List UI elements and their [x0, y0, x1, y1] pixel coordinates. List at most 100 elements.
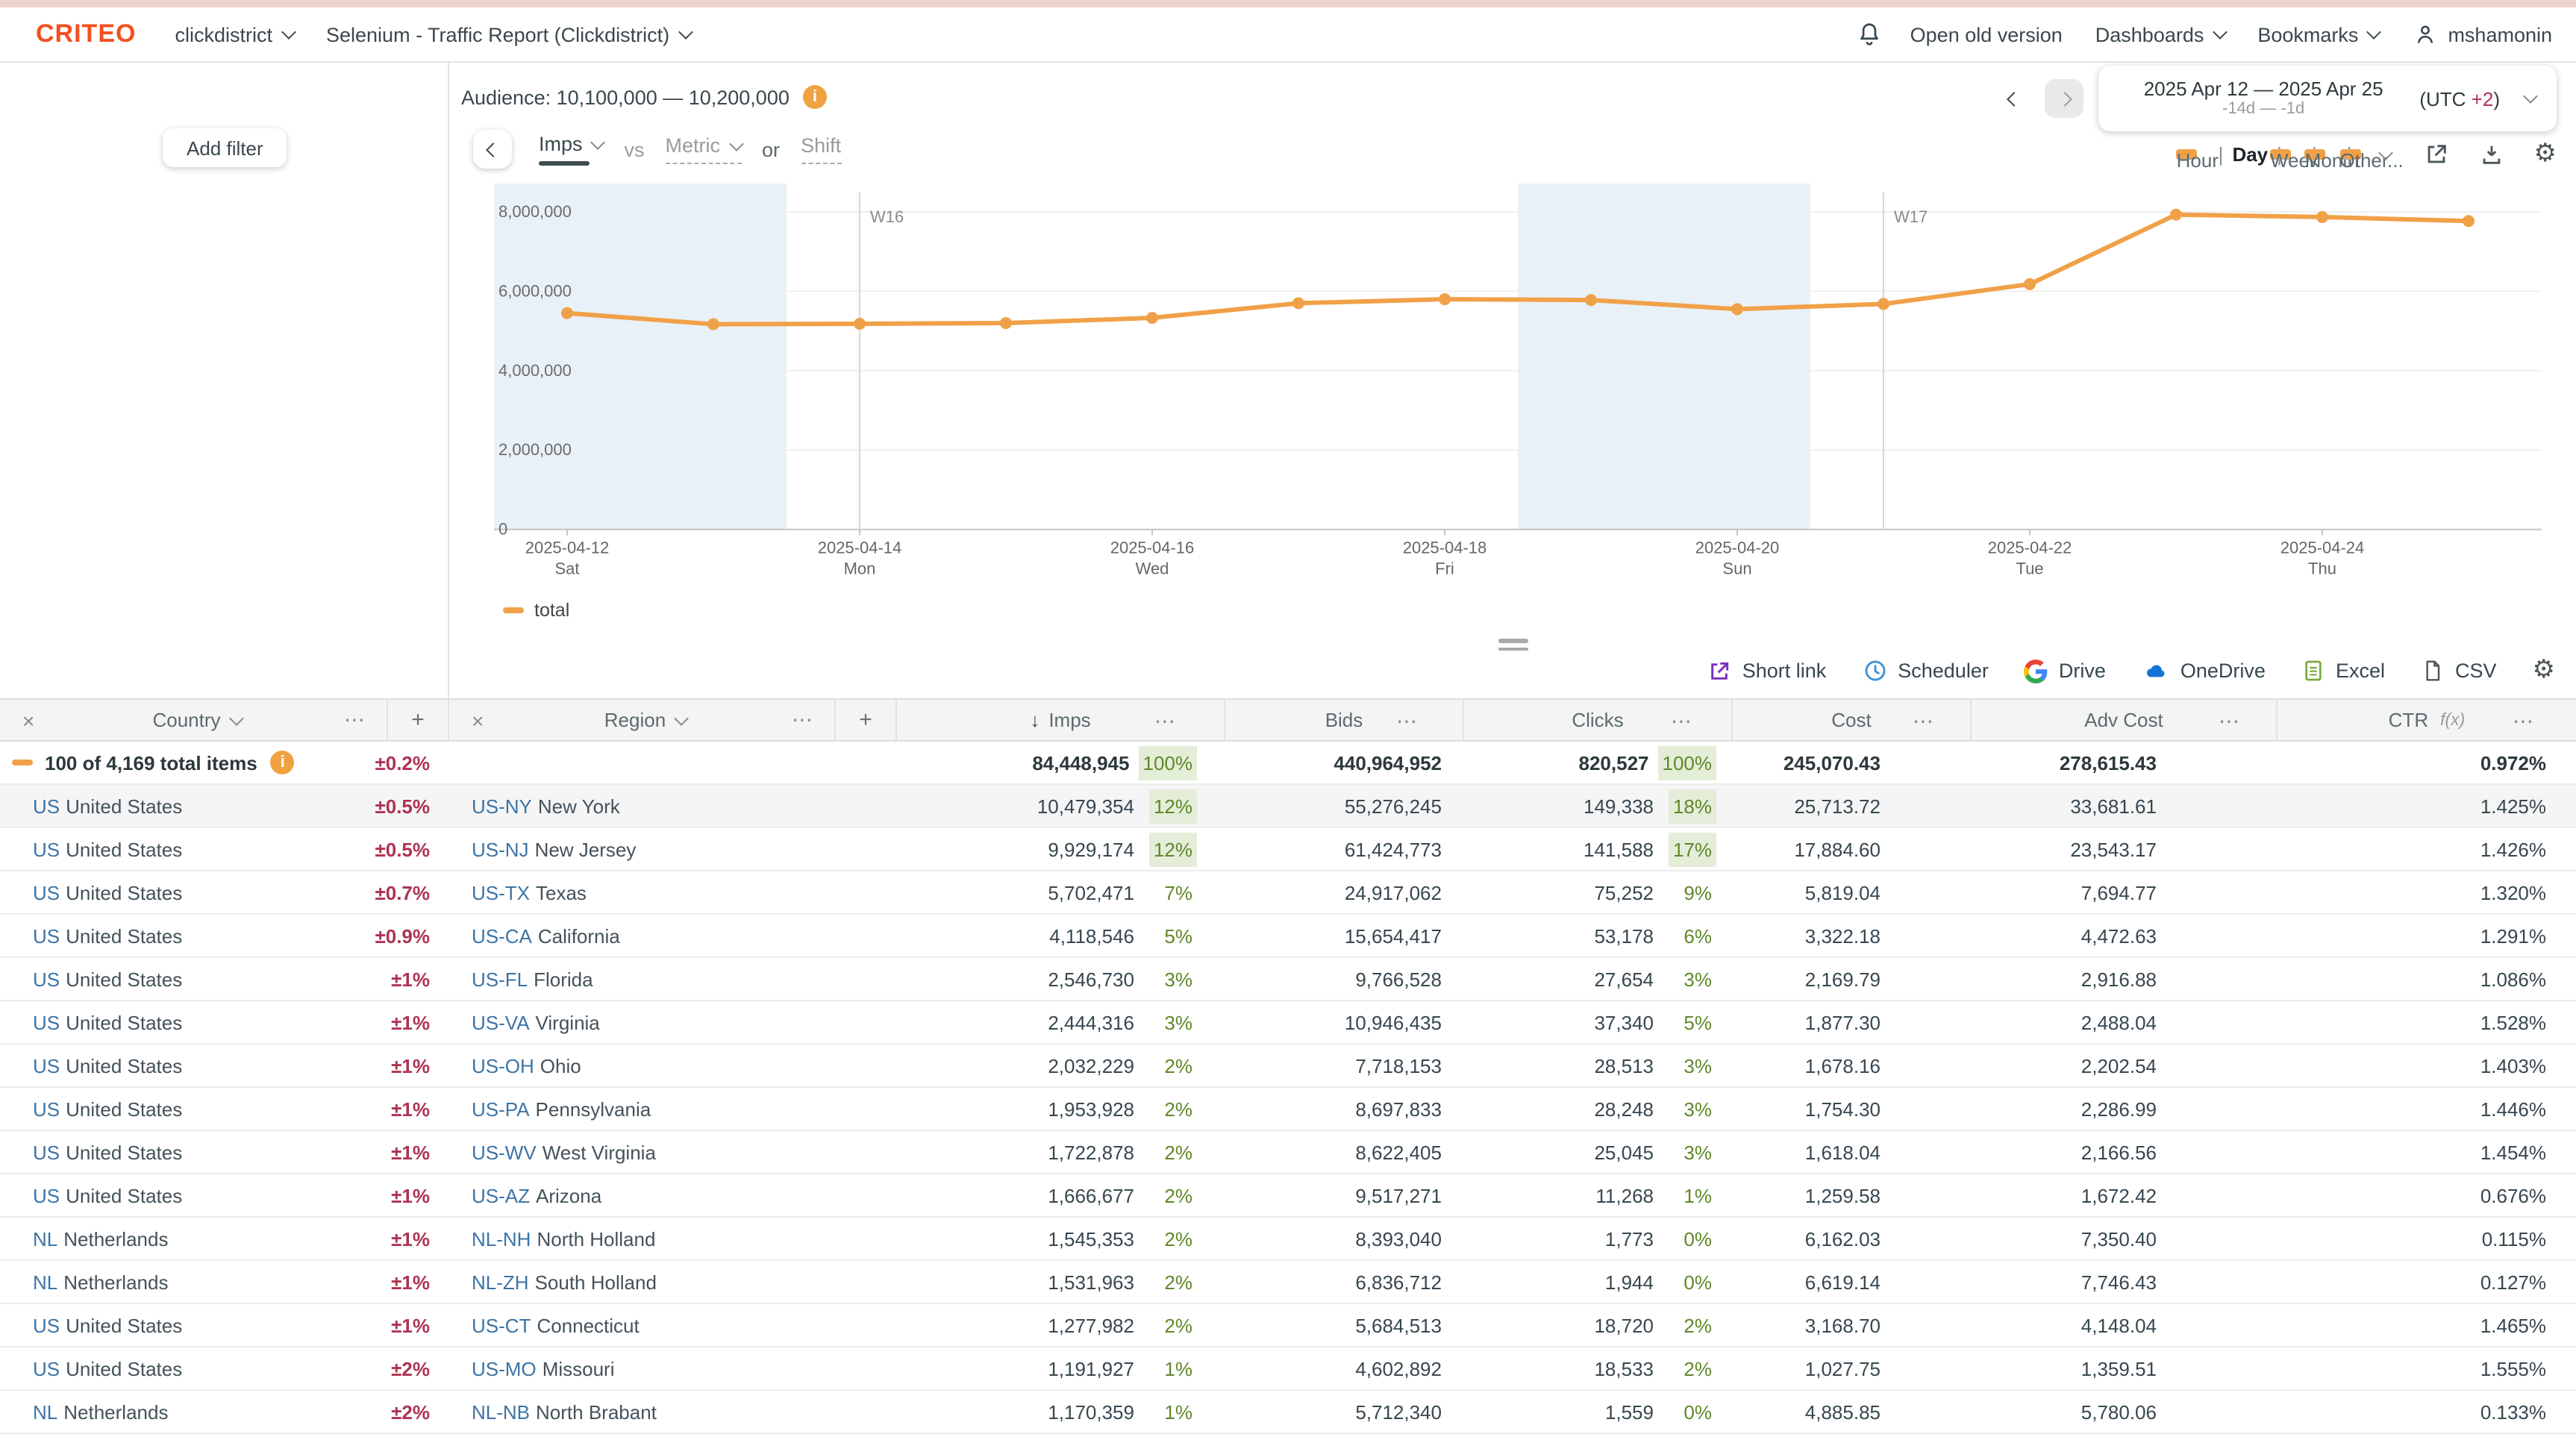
country-code-link[interactable]: US — [33, 1011, 60, 1033]
country-code-link[interactable]: US — [33, 795, 60, 817]
table-row[interactable]: US United States ±0.5% US-NY New York 10… — [0, 785, 2576, 828]
previous-period-button[interactable] — [1997, 81, 2030, 116]
region-column-label[interactable]: Region — [519, 709, 772, 731]
add-filter-button[interactable]: Add filter — [163, 128, 287, 167]
country-column-label[interactable]: Country — [70, 709, 324, 731]
granularity-week[interactable]: Week — [2270, 149, 2291, 160]
region-code-link[interactable]: US-PA — [472, 1098, 530, 1120]
granularity-month[interactable]: Month — [2305, 149, 2326, 160]
table-row[interactable]: US United States ±1% US-AZ Arizona 1,666… — [0, 1174, 2576, 1218]
report-title-selector[interactable]: Selenium - Traffic Report (Clickdistrict… — [326, 23, 690, 46]
region-code-link[interactable]: US-OH — [472, 1054, 534, 1077]
add-dimension-button[interactable]: + — [834, 700, 895, 740]
table-row[interactable]: US United States ±1% US-WV West Virginia… — [0, 1131, 2576, 1174]
country-code-link[interactable]: US — [33, 924, 60, 947]
ctr-column-menu[interactable]: ⋯ — [2492, 709, 2555, 734]
criteo-logo[interactable]: CRITEO — [36, 19, 136, 49]
country-code-link[interactable]: US — [33, 881, 60, 904]
table-row[interactable]: NL Netherlands ±1% NL-NH North Holland 1… — [0, 1218, 2576, 1261]
region-code-link[interactable]: NL-NB — [472, 1400, 530, 1423]
notifications-button[interactable] — [1855, 20, 1883, 48]
excel-button[interactable]: Excel — [2301, 658, 2385, 683]
table-row[interactable]: US United States ±0.9% US-CA California … — [0, 915, 2576, 958]
table-row[interactable]: US United States ±0.7% US-TX Texas 5,702… — [0, 871, 2576, 915]
primary-metric-tab[interactable]: Imps — [539, 133, 604, 166]
country-code-link[interactable]: US — [33, 1098, 60, 1120]
column-header-bids[interactable]: Bids ⋯ — [1224, 700, 1463, 740]
open-old-version-link[interactable]: Open old version — [1910, 23, 2063, 46]
country-code-link[interactable]: US — [33, 1054, 60, 1077]
next-period-button[interactable] — [2045, 79, 2083, 118]
shift-tab[interactable]: Shift — [801, 134, 841, 164]
open-in-new-button[interactable] — [2424, 142, 2449, 167]
info-icon[interactable]: i — [271, 751, 295, 774]
table-row[interactable]: NL Netherlands ±1% NL-ZH South Holland 1… — [0, 1261, 2576, 1304]
table-row[interactable]: US United States ±1% US-PA Pennsylvania … — [0, 1088, 2576, 1131]
region-code-link[interactable]: US-CA — [472, 924, 532, 947]
region-code-link[interactable]: US-TX — [472, 881, 530, 904]
country-code-link[interactable]: US — [33, 1314, 60, 1336]
country-code-link[interactable]: NL — [33, 1227, 57, 1250]
dashboards-menu[interactable]: Dashboards — [2095, 23, 2225, 46]
legend-total[interactable]: total — [503, 600, 569, 621]
collapse-chart-button[interactable] — [473, 130, 512, 169]
region-code-link[interactable]: NL-NH — [472, 1227, 531, 1250]
scheduler-button[interactable]: Scheduler — [1862, 658, 1989, 683]
adv-cost-column-menu[interactable]: ⋯ — [2198, 709, 2261, 734]
column-header-adv-cost[interactable]: Adv Cost ⋯ — [1970, 700, 2276, 740]
onedrive-button[interactable]: OneDrive — [2142, 659, 2266, 683]
bookmarks-menu[interactable]: Bookmarks — [2257, 23, 2379, 46]
granularity-day[interactable]: Day — [2232, 143, 2268, 166]
column-header-imps[interactable]: ↓Imps ⋯ — [895, 700, 1224, 740]
country-code-link[interactable]: US — [33, 1141, 60, 1163]
column-header-clicks[interactable]: Clicks ⋯ — [1463, 700, 1731, 740]
country-code-link[interactable]: NL — [33, 1400, 57, 1423]
table-settings-button[interactable]: ⚙ — [2533, 658, 2556, 683]
column-header-cost[interactable]: Cost ⋯ — [1731, 700, 1970, 740]
granularity-other[interactable]: Other... — [2340, 149, 2361, 160]
column-header-ctr[interactable]: CTRf(x) ⋯ — [2276, 700, 2576, 740]
region-code-link[interactable]: US-NJ — [472, 838, 529, 860]
region-code-link[interactable]: US-FL — [472, 968, 528, 990]
country-column-menu[interactable]: ⋯ — [324, 707, 387, 733]
table-row[interactable]: US United States ±1% US-OH Ohio 2,032,22… — [0, 1045, 2576, 1088]
country-code-link[interactable]: US — [33, 1184, 60, 1206]
table-row[interactable]: US United States ±1% US-VA Virginia 2,44… — [0, 1001, 2576, 1045]
table-row[interactable]: US United States ±2% US-MO Missouri 1,19… — [0, 1347, 2576, 1391]
user-menu[interactable]: mshamonin — [2412, 21, 2552, 48]
compare-metric-tab[interactable]: Metric — [666, 134, 742, 164]
date-range-picker[interactable]: 2025 Apr 12 — 2025 Apr 25 -14d — -1d (UT… — [2098, 66, 2557, 131]
country-code-link[interactable]: US — [33, 968, 60, 990]
region-code-link[interactable]: NL-ZH — [472, 1271, 529, 1293]
short-link-button[interactable]: Short link — [1708, 659, 1827, 683]
csv-button[interactable]: CSV — [2421, 658, 2497, 683]
table-row[interactable]: US United States ±0.5% US-NJ New Jersey … — [0, 828, 2576, 871]
country-code-link[interactable]: NL — [33, 1271, 57, 1293]
clicks-column-menu[interactable]: ⋯ — [1651, 709, 1713, 734]
region-code-link[interactable]: US-AZ — [472, 1184, 530, 1206]
country-code-link[interactable]: US — [33, 838, 60, 860]
resize-handle[interactable] — [1498, 639, 1528, 655]
imps-column-menu[interactable]: ⋯ — [1134, 709, 1197, 734]
table-row[interactable]: US United States ±1% US-FL Florida 2,546… — [0, 958, 2576, 1001]
info-icon[interactable]: i — [803, 85, 827, 109]
add-dimension-button[interactable]: + — [387, 700, 448, 740]
table-total-row[interactable]: 100 of 4,169 total items i ±0.2% 84,448,… — [0, 742, 2576, 785]
table-row[interactable]: NL Netherlands ±2% NL-NB North Brabant 1… — [0, 1391, 2576, 1434]
region-column-menu[interactable]: ⋯ — [772, 707, 834, 733]
bids-column-menu[interactable]: ⋯ — [1376, 709, 1439, 734]
download-button[interactable] — [2479, 142, 2504, 167]
region-code-link[interactable]: US-VA — [472, 1011, 530, 1033]
workspace-selector[interactable]: clickdistrict — [175, 23, 293, 46]
table-row[interactable]: US United States ±1% US-CT Connecticut 1… — [0, 1304, 2576, 1347]
cost-column-menu[interactable]: ⋯ — [1892, 709, 1955, 734]
granularity-hour[interactable]: Hour — [2177, 149, 2198, 160]
region-code-link[interactable]: US-MO — [472, 1357, 537, 1380]
region-code-link[interactable]: US-WV — [472, 1141, 537, 1163]
remove-country-dimension-button[interactable]: × — [0, 708, 70, 732]
region-code-link[interactable]: US-CT — [472, 1314, 531, 1336]
drive-button[interactable]: Drive — [2025, 659, 2106, 683]
region-code-link[interactable]: US-NY — [472, 795, 532, 817]
country-code-link[interactable]: US — [33, 1357, 60, 1380]
remove-region-dimension-button[interactable]: × — [449, 708, 519, 732]
